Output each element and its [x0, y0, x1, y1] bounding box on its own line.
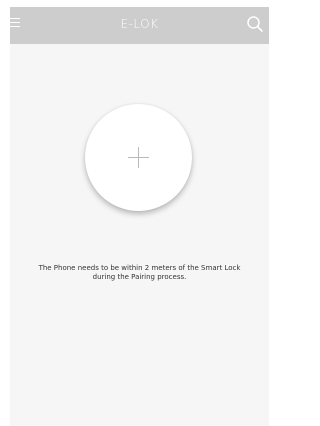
app-title: E-LOK	[120, 17, 159, 31]
instructions-line-2: during the Pairing process.	[92, 273, 187, 281]
instructions-line-1: The Phone needs to be within 2 meters of…	[38, 264, 241, 272]
search-icon[interactable]	[246, 15, 264, 33]
add-lock-button[interactable]	[85, 104, 192, 211]
header-bar: E-LOK	[10, 7, 269, 44]
pairing-instructions: The Phone needs to be within 2 meters of…	[10, 264, 269, 282]
plus-icon	[128, 147, 149, 168]
app-screen: E-LOK The Phone needs to be within 2 met…	[10, 7, 269, 426]
